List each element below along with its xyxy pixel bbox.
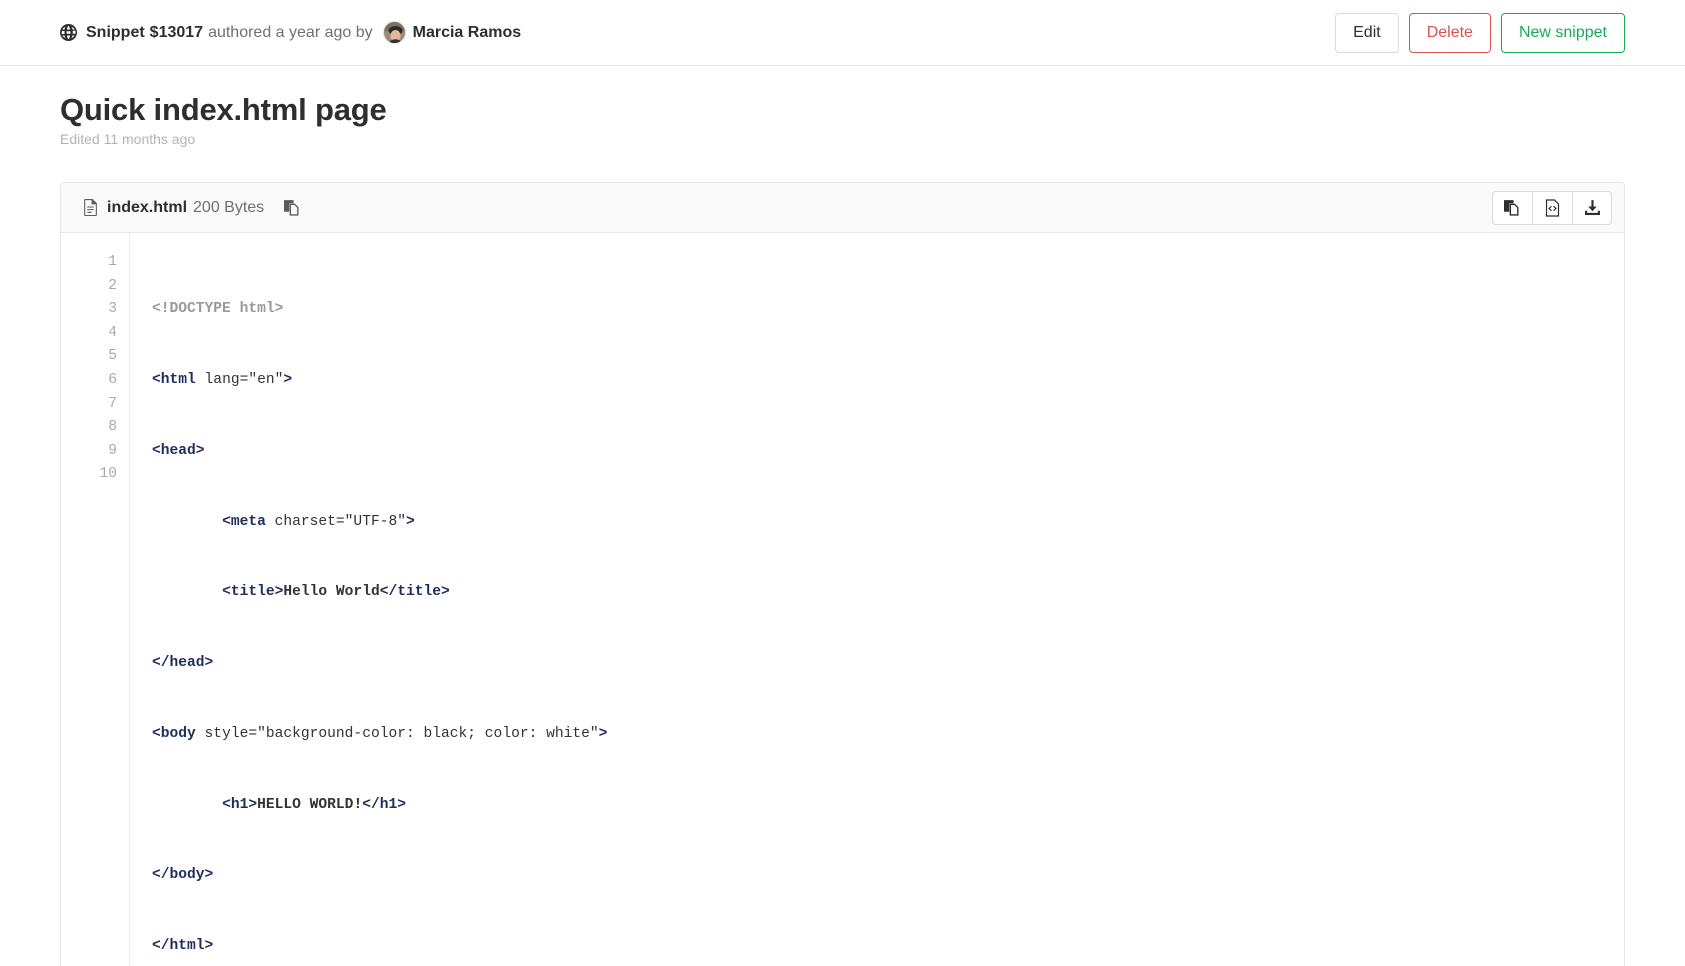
line-number[interactable]: 8 xyxy=(61,416,117,440)
open-raw-icon[interactable] xyxy=(1532,191,1572,225)
line-number[interactable]: 6 xyxy=(61,369,117,393)
line-number[interactable]: 2 xyxy=(61,275,117,299)
line-number[interactable]: 3 xyxy=(61,298,117,322)
snippet-label: Snippet xyxy=(86,24,145,42)
file-title-left: index.html 200 Bytes xyxy=(83,199,301,217)
title-block: Quick index.html page Edited 11 months a… xyxy=(0,66,1685,147)
edit-button[interactable]: Edit xyxy=(1335,13,1399,53)
code-line: <html lang="en"> xyxy=(152,369,1624,393)
file-actions xyxy=(1492,191,1612,225)
line-numbers: 1 2 3 4 5 6 7 8 9 10 xyxy=(61,233,129,966)
code-line: <!DOCTYPE html> xyxy=(152,298,1624,322)
edited-timestamp: Edited 11 months ago xyxy=(60,131,1625,147)
line-number[interactable]: 9 xyxy=(61,440,117,464)
file-title-bar: index.html 200 Bytes xyxy=(61,183,1624,233)
delete-button[interactable]: Delete xyxy=(1409,13,1491,53)
authored-text: authored a year ago by xyxy=(208,24,373,42)
page-title: Quick index.html page xyxy=(60,92,1625,128)
file-holder: index.html 200 Bytes xyxy=(60,182,1625,966)
header-actions: Edit Delete New snippet xyxy=(1335,13,1625,53)
line-number[interactable]: 10 xyxy=(61,463,117,487)
copy-icon[interactable] xyxy=(284,199,301,216)
file-size: 200 Bytes xyxy=(193,199,264,217)
detail-header: Snippet $13017 authored a year ago by Ma… xyxy=(0,0,1685,66)
author-name[interactable]: Marcia Ramos xyxy=(413,24,522,42)
code-line: <body style="background-color: black; co… xyxy=(152,723,1624,747)
code-line: <head> xyxy=(152,440,1624,464)
snippet-page: Snippet $13017 authored a year ago by Ma… xyxy=(0,0,1685,966)
globe-icon xyxy=(60,24,77,41)
line-number[interactable]: 4 xyxy=(61,322,117,346)
line-number[interactable]: 1 xyxy=(61,251,117,275)
code-line: <title>Hello World</title> xyxy=(152,581,1624,605)
file-name: index.html xyxy=(107,199,187,217)
snippet-id[interactable]: $13017 xyxy=(150,24,203,42)
download-icon[interactable] xyxy=(1572,191,1612,225)
line-number[interactable]: 7 xyxy=(61,393,117,417)
code-line: </head> xyxy=(152,652,1624,676)
code-content[interactable]: <!DOCTYPE html> <html lang="en"> <head> … xyxy=(129,233,1624,966)
snippet-meta: Snippet $13017 authored a year ago by Ma… xyxy=(60,21,521,44)
code-line: <meta charset="UTF-8"> xyxy=(152,511,1624,535)
code-viewer: 1 2 3 4 5 6 7 8 9 10 <!DOCTYPE html> <ht… xyxy=(61,233,1624,966)
new-snippet-button[interactable]: New snippet xyxy=(1501,13,1625,53)
copy-file-contents-icon[interactable] xyxy=(1492,191,1532,225)
document-icon xyxy=(83,199,98,216)
code-line: </body> xyxy=(152,864,1624,888)
code-line: </html> xyxy=(152,935,1624,959)
avatar[interactable] xyxy=(383,21,406,44)
code-line: <h1>HELLO WORLD!</h1> xyxy=(152,794,1624,818)
line-number[interactable]: 5 xyxy=(61,345,117,369)
